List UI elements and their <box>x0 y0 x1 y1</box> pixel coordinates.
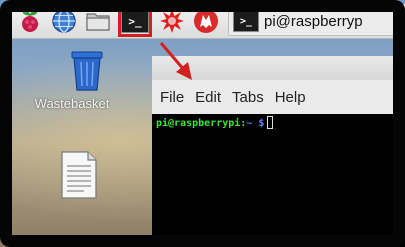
desktop: >_ >_ pi@raspberryp Wastebasket File Edi… <box>0 0 405 247</box>
annotation-arrow <box>159 42 192 80</box>
